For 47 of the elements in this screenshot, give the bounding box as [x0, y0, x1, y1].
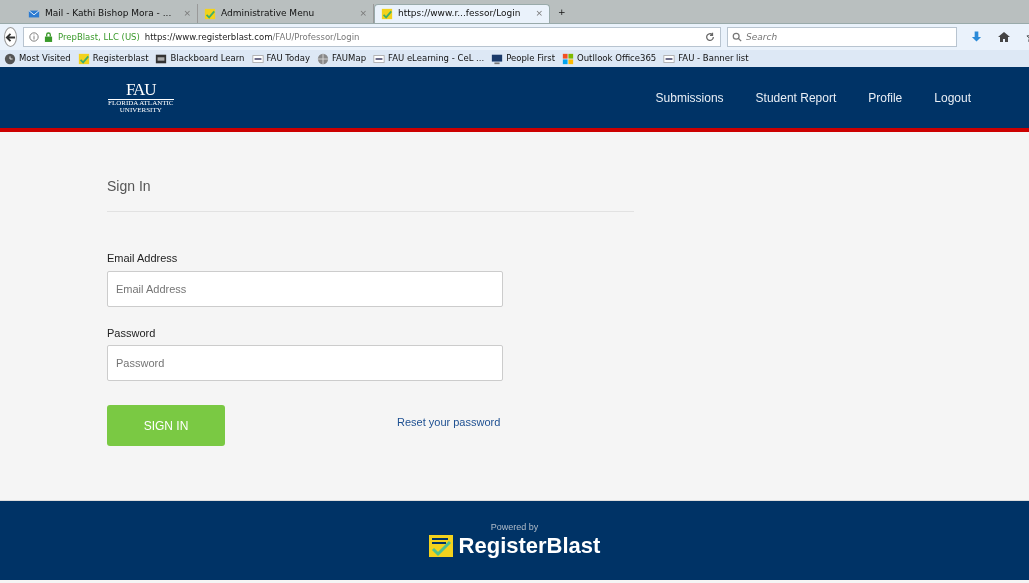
- flag-icon: [663, 52, 676, 65]
- bookmark-item[interactable]: Most Visited: [4, 52, 71, 65]
- nav-link[interactable]: Profile: [868, 88, 903, 107]
- nav-link[interactable]: Logout: [934, 88, 971, 107]
- home-icon[interactable]: [998, 31, 1010, 43]
- flag-icon: [373, 52, 386, 65]
- nav-link[interactable]: Student Report: [755, 88, 837, 107]
- envelope-icon: [28, 7, 40, 20]
- bookmark-item[interactable]: FAUMap: [316, 52, 367, 65]
- monitor-icon: [491, 52, 504, 65]
- bookmark-item[interactable]: Registerblast: [77, 52, 149, 65]
- address-bar[interactable]: PrepBlast, LLC (US) https://www.registerblast.com/FAU/Professor/Login: [23, 27, 721, 47]
- bookmark-item[interactable]: Blackboard Learn: [155, 52, 245, 65]
- bookmark-item[interactable]: FAU eLearning - CeL ...: [373, 52, 485, 65]
- lock-icon: [44, 32, 53, 42]
- field-label: Email Address: [107, 251, 179, 266]
- tab-close-button[interactable]: ×: [535, 7, 543, 21]
- globe-icon: [316, 52, 329, 65]
- back-button[interactable]: [4, 27, 17, 47]
- search-field[interactable]: Search: [727, 27, 957, 47]
- checklist-icon: [381, 8, 393, 20]
- square-logo-icon: [155, 52, 168, 65]
- password-field[interactable]: Password: [107, 345, 503, 381]
- windows-icon: [562, 52, 575, 65]
- checklist-icon: [204, 7, 216, 20]
- new-tab-button[interactable]: +: [558, 5, 566, 19]
- field-label: Password: [107, 325, 157, 341]
- email-field[interactable]: Email Address: [107, 270, 503, 307]
- reset-password-link[interactable]: Reset your password: [397, 414, 501, 431]
- browser-tab[interactable]: https://www.r...fessor/Login ×: [374, 4, 550, 23]
- brand-name: RegisterBlast: [458, 534, 601, 557]
- site-identity: PrepBlast, LLC (US): [58, 30, 140, 44]
- bookmark-item[interactable]: Outllook Office365: [562, 52, 657, 65]
- nav-link[interactable]: Submissions: [655, 88, 724, 107]
- form-title: Sign In: [107, 176, 634, 212]
- bookmark-item[interactable]: People First: [491, 52, 556, 65]
- powered-by-text: Powered by: [489, 521, 540, 534]
- url-text: https://www.registerblast.com/FAU/Professor/Login: [144, 30, 360, 44]
- download-icon[interactable]: [971, 31, 982, 43]
- checklist-icon: [428, 534, 453, 557]
- checklist-icon: [77, 52, 90, 65]
- bookmark-item[interactable]: FAU - Banner list: [663, 52, 749, 65]
- flag-icon: [251, 52, 264, 65]
- browser-tab[interactable]: Mail - Kathi Bishop Mora - ... ×: [22, 4, 198, 23]
- clock-icon: [4, 52, 16, 65]
- reload-icon[interactable]: [705, 32, 715, 43]
- bookmark-item[interactable]: FAU Today: [251, 52, 310, 65]
